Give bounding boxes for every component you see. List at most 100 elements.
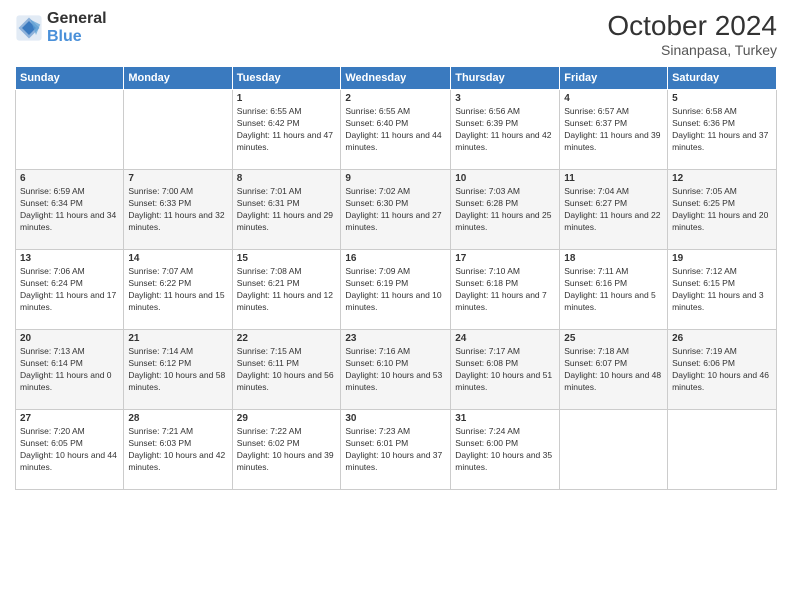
- calendar-cell: 16 Sunrise: 7:09 AMSunset: 6:19 PMDayligh…: [341, 250, 451, 330]
- day-number: 30: [345, 413, 446, 424]
- col-tuesday: Tuesday: [232, 67, 341, 90]
- day-number: 13: [20, 253, 119, 264]
- day-number: 28: [128, 413, 227, 424]
- day-number: 17: [455, 253, 555, 264]
- calendar-cell: 30 Sunrise: 7:23 AMSunset: 6:01 PMDayligh…: [341, 410, 451, 490]
- calendar-cell: 7Sunrise: 7:00 AMSunset: 6:33 PMDaylight…: [124, 170, 232, 250]
- day-number: 3: [455, 93, 555, 104]
- calendar-cell: 3Sunrise: 6:56 AMSunset: 6:39 PMDaylight…: [451, 90, 560, 170]
- calendar-week-row: 27 Sunrise: 7:20 AMSunset: 6:05 PMDayligh…: [16, 410, 777, 490]
- day-info: Sunrise: 7:21 AMSunset: 6:03 PMDaylight:…: [128, 426, 227, 474]
- day-info: Sunrise: 6:57 AMSunset: 6:37 PMDaylight:…: [564, 106, 663, 154]
- month-title: October 2024: [607, 10, 777, 42]
- calendar-cell: 25Sunrise: 7:18 AMSunset: 6:07 PMDayligh…: [560, 330, 668, 410]
- day-info: Sunrise: 7:14 AMSunset: 6:12 PMDaylight:…: [128, 346, 227, 394]
- col-monday: Monday: [124, 67, 232, 90]
- day-number: 16: [345, 253, 446, 264]
- day-info: Sunrise: 7:20 AMSunset: 6:05 PMDaylight:…: [20, 426, 119, 474]
- day-number: 12: [672, 173, 772, 184]
- day-info: Sunrise: 6:59 AMSunset: 6:34 PMDaylight:…: [20, 186, 119, 234]
- calendar-header-row: Sunday Monday Tuesday Wednesday Thursday…: [16, 67, 777, 90]
- calendar-cell: 12 Sunrise: 7:05 AMSunset: 6:25 PMDayligh…: [668, 170, 777, 250]
- title-block: October 2024 Sinanpasa, Turkey: [607, 10, 777, 58]
- day-info: Sunrise: 7:23 AMSunset: 6:01 PMDaylight:…: [345, 426, 446, 474]
- calendar-cell: 23 Sunrise: 7:16 AMSunset: 6:10 PMDayligh…: [341, 330, 451, 410]
- calendar-cell: 4 Sunrise: 6:57 AMSunset: 6:37 PMDaylight…: [560, 90, 668, 170]
- calendar-cell: 22Sunrise: 7:15 AMSunset: 6:11 PMDayligh…: [232, 330, 341, 410]
- calendar-cell: 5Sunrise: 6:58 AMSunset: 6:36 PMDaylight…: [668, 90, 777, 170]
- calendar-cell: 10 Sunrise: 7:03 AMSunset: 6:28 PMDayligh…: [451, 170, 560, 250]
- day-info: Sunrise: 7:17 AMSunset: 6:08 PMDaylight:…: [455, 346, 555, 394]
- calendar-cell: [668, 410, 777, 490]
- day-info: Sunrise: 7:08 AMSunset: 6:21 PMDaylight:…: [237, 266, 337, 314]
- calendar-cell: 6 Sunrise: 6:59 AMSunset: 6:34 PMDaylight…: [16, 170, 124, 250]
- calendar-cell: 28 Sunrise: 7:21 AMSunset: 6:03 PMDayligh…: [124, 410, 232, 490]
- day-number: 23: [345, 333, 446, 344]
- day-number: 14: [128, 253, 227, 264]
- logo-text: General Blue: [47, 10, 107, 45]
- calendar-cell: 20Sunrise: 7:13 AMSunset: 6:14 PMDayligh…: [16, 330, 124, 410]
- calendar-week-row: 6 Sunrise: 6:59 AMSunset: 6:34 PMDaylight…: [16, 170, 777, 250]
- day-info: Sunrise: 7:16 AMSunset: 6:10 PMDaylight:…: [345, 346, 446, 394]
- day-number: 21: [128, 333, 227, 344]
- calendar-cell: 21 Sunrise: 7:14 AMSunset: 6:12 PMDayligh…: [124, 330, 232, 410]
- day-number: 6: [20, 173, 119, 184]
- day-info: Sunrise: 7:13 AMSunset: 6:14 PMDaylight:…: [20, 346, 119, 394]
- calendar-cell: 15 Sunrise: 7:08 AMSunset: 6:21 PMDayligh…: [232, 250, 341, 330]
- calendar-cell: 17 Sunrise: 7:10 AMSunset: 6:18 PMDayligh…: [451, 250, 560, 330]
- day-info: Sunrise: 7:09 AMSunset: 6:19 PMDaylight:…: [345, 266, 446, 314]
- calendar-cell: 8Sunrise: 7:01 AMSunset: 6:31 PMDaylight…: [232, 170, 341, 250]
- col-saturday: Saturday: [668, 67, 777, 90]
- day-number: 15: [237, 253, 337, 264]
- col-sunday: Sunday: [16, 67, 124, 90]
- day-number: 26: [672, 333, 772, 344]
- day-info: Sunrise: 7:19 AMSunset: 6:06 PMDaylight:…: [672, 346, 772, 394]
- calendar-cell: 2Sunrise: 6:55 AMSunset: 6:40 PMDaylight…: [341, 90, 451, 170]
- day-number: 25: [564, 333, 663, 344]
- day-number: 2: [345, 93, 446, 104]
- calendar-cell: 13 Sunrise: 7:06 AMSunset: 6:24 PMDayligh…: [16, 250, 124, 330]
- day-number: 4: [564, 93, 663, 104]
- header: General Blue October 2024 Sinanpasa, Tur…: [15, 10, 777, 58]
- day-info: Sunrise: 7:02 AMSunset: 6:30 PMDaylight:…: [345, 186, 446, 234]
- calendar-cell: 24 Sunrise: 7:17 AMSunset: 6:08 PMDayligh…: [451, 330, 560, 410]
- day-number: 1: [237, 93, 337, 104]
- day-number: 5: [672, 93, 772, 104]
- day-number: 10: [455, 173, 555, 184]
- day-number: 18: [564, 253, 663, 264]
- calendar-cell: 14Sunrise: 7:07 AMSunset: 6:22 PMDayligh…: [124, 250, 232, 330]
- location-subtitle: Sinanpasa, Turkey: [607, 42, 777, 58]
- day-info: Sunrise: 7:12 AMSunset: 6:15 PMDaylight:…: [672, 266, 772, 314]
- day-number: 31: [455, 413, 555, 424]
- day-info: Sunrise: 7:11 AMSunset: 6:16 PMDaylight:…: [564, 266, 663, 314]
- calendar-cell: 18 Sunrise: 7:11 AMSunset: 6:16 PMDayligh…: [560, 250, 668, 330]
- day-number: 29: [237, 413, 337, 424]
- day-info: Sunrise: 7:05 AMSunset: 6:25 PMDaylight:…: [672, 186, 772, 234]
- day-info: Sunrise: 7:00 AMSunset: 6:33 PMDaylight:…: [128, 186, 227, 234]
- day-info: Sunrise: 6:55 AMSunset: 6:42 PMDaylight:…: [237, 106, 337, 154]
- calendar-week-row: 20Sunrise: 7:13 AMSunset: 6:14 PMDayligh…: [16, 330, 777, 410]
- logo: General Blue: [15, 10, 107, 45]
- calendar-week-row: 1 Sunrise: 6:55 AMSunset: 6:42 PMDaylight…: [16, 90, 777, 170]
- day-info: Sunrise: 7:10 AMSunset: 6:18 PMDaylight:…: [455, 266, 555, 314]
- calendar-table: Sunday Monday Tuesday Wednesday Thursday…: [15, 66, 777, 490]
- day-number: 19: [672, 253, 772, 264]
- page: General Blue October 2024 Sinanpasa, Tur…: [0, 0, 792, 612]
- day-number: 9: [345, 173, 446, 184]
- calendar-cell: 27 Sunrise: 7:20 AMSunset: 6:05 PMDayligh…: [16, 410, 124, 490]
- calendar-cell: 31 Sunrise: 7:24 AMSunset: 6:00 PMDayligh…: [451, 410, 560, 490]
- day-info: Sunrise: 7:24 AMSunset: 6:00 PMDaylight:…: [455, 426, 555, 474]
- day-number: 27: [20, 413, 119, 424]
- calendar-cell: [560, 410, 668, 490]
- day-info: Sunrise: 7:06 AMSunset: 6:24 PMDaylight:…: [20, 266, 119, 314]
- logo-line2: Blue: [47, 28, 107, 46]
- calendar-cell: 9 Sunrise: 7:02 AMSunset: 6:30 PMDaylight…: [341, 170, 451, 250]
- day-number: 8: [237, 173, 337, 184]
- day-number: 22: [237, 333, 337, 344]
- col-thursday: Thursday: [451, 67, 560, 90]
- logo-icon: [15, 14, 43, 42]
- calendar-week-row: 13 Sunrise: 7:06 AMSunset: 6:24 PMDayligh…: [16, 250, 777, 330]
- day-number: 11: [564, 173, 663, 184]
- day-number: 24: [455, 333, 555, 344]
- day-info: Sunrise: 7:03 AMSunset: 6:28 PMDaylight:…: [455, 186, 555, 234]
